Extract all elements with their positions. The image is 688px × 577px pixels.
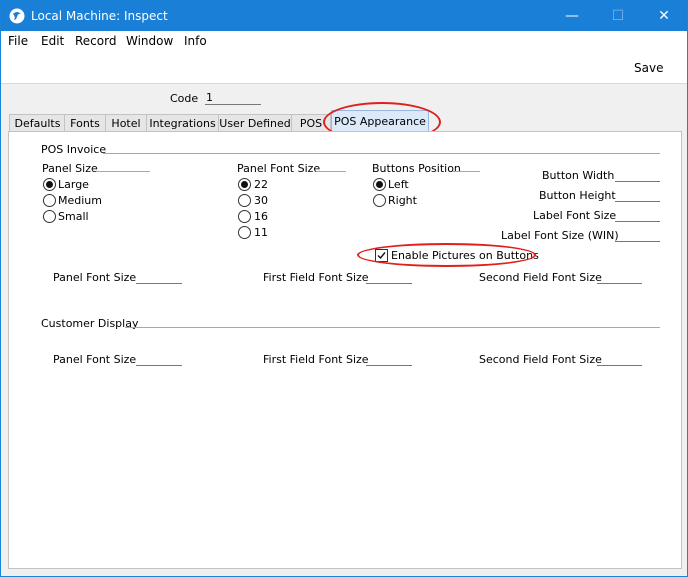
display-second-field-font-size-label: Second Field Font Size — [479, 353, 602, 366]
enable-pictures-label: Enable Pictures on Buttons — [391, 249, 539, 262]
save-button[interactable]: Save — [634, 61, 663, 75]
panel-size-medium-radio[interactable] — [43, 194, 56, 207]
close-button[interactable]: ✕ — [641, 1, 687, 31]
invoice-first-field-font-size-label: First Field Font Size — [263, 271, 369, 284]
display-first-field-font-size-label: First Field Font Size — [263, 353, 369, 366]
menu-window[interactable]: Window — [126, 34, 173, 48]
button-height-field[interactable] — [615, 189, 660, 202]
panel-font-size-16-label: 16 — [254, 210, 268, 223]
minimize-button[interactable]: — — [549, 1, 595, 31]
customer-display-heading: Customer Display — [41, 317, 139, 330]
customer-display-divider — [125, 327, 660, 328]
panel-font-size-30-label: 30 — [254, 194, 268, 207]
invoice-second-field-font-size-field[interactable] — [597, 271, 642, 284]
buttons-position-label: Buttons Position — [372, 162, 461, 175]
invoice-second-field-font-size-label: Second Field Font Size — [479, 271, 602, 284]
app-window: Local Machine: Inspect — ☐ ✕ File Edit R… — [0, 0, 688, 577]
panel-size-label: Panel Size — [42, 162, 98, 175]
label-font-size-field[interactable] — [615, 209, 660, 222]
menu-file[interactable]: File — [8, 34, 28, 48]
panel-font-size-22-radio[interactable] — [238, 178, 251, 191]
panel-size-divider — [96, 171, 150, 172]
label-font-size-win-label: Label Font Size (WIN) — [501, 229, 619, 242]
buttons-position-right-radio[interactable] — [373, 194, 386, 207]
maximize-button[interactable]: ☐ — [595, 1, 641, 31]
enable-pictures-checkbox[interactable] — [375, 249, 388, 262]
invoice-panel-font-size-field[interactable] — [136, 271, 182, 284]
button-width-label: Button Width — [542, 169, 615, 182]
invoice-panel-font-size-label: Panel Font Size — [53, 271, 137, 284]
buttons-position-divider — [453, 171, 480, 172]
label-font-size-win-field[interactable] — [615, 229, 660, 242]
tab-pos[interactable]: POS — [291, 114, 331, 132]
menu-bar: File Edit Record Window Info — [1, 31, 687, 53]
app-logo-icon — [9, 8, 25, 24]
toolbar: Save — [1, 53, 687, 84]
tab-hotel[interactable]: Hotel — [105, 114, 147, 132]
panel-font-size-label: Panel Font Size — [237, 162, 321, 175]
buttons-position-right-label: Right — [388, 194, 417, 207]
code-label: Code — [170, 92, 199, 105]
display-second-field-font-size-field[interactable] — [597, 353, 642, 366]
window-title: Local Machine: Inspect — [31, 9, 168, 23]
panel-font-size-divider — [316, 171, 346, 172]
panel-font-size-11-label: 11 — [254, 226, 268, 239]
tab-defaults[interactable]: Defaults — [9, 114, 66, 132]
tab-user-defined[interactable]: User Defined — [218, 114, 292, 132]
panel-font-size-22-label: 22 — [254, 178, 268, 191]
panel-font-size-16-radio[interactable] — [238, 210, 251, 223]
panel-size-medium-label: Medium — [58, 194, 102, 207]
tab-fonts[interactable]: Fonts — [64, 114, 106, 132]
display-panel-font-size-label: Panel Font Size — [53, 353, 137, 366]
invoice-first-field-font-size-field[interactable] — [366, 271, 412, 284]
buttons-position-left-radio[interactable] — [373, 178, 386, 191]
code-field[interactable]: 1 — [205, 91, 261, 105]
panel-font-size-30-radio[interactable] — [238, 194, 251, 207]
panel-size-small-label: Small — [58, 210, 89, 223]
pos-invoice-heading: POS Invoice — [41, 143, 107, 156]
panel-size-small-radio[interactable] — [43, 210, 56, 223]
display-panel-font-size-field[interactable] — [136, 353, 182, 366]
tab-integrations[interactable]: Integrations — [146, 114, 219, 132]
buttons-position-left-label: Left — [388, 178, 409, 191]
checkmark-icon — [377, 252, 386, 260]
display-first-field-font-size-field[interactable] — [366, 353, 412, 366]
pos-invoice-divider — [103, 153, 660, 154]
panel-font-size-11-radio[interactable] — [238, 226, 251, 239]
menu-edit[interactable]: Edit — [41, 34, 64, 48]
title-bar: Local Machine: Inspect — ☐ ✕ — [1, 1, 687, 31]
menu-record[interactable]: Record — [75, 34, 116, 48]
panel-size-large-radio[interactable] — [43, 178, 56, 191]
menu-info[interactable]: Info — [184, 34, 207, 48]
button-height-label: Button Height — [539, 189, 616, 202]
label-font-size-label: Label Font Size — [533, 209, 617, 222]
panel-size-large-label: Large — [58, 178, 89, 191]
button-width-field[interactable] — [615, 169, 660, 182]
tab-pos-appearance[interactable]: POS Appearance — [331, 110, 429, 132]
